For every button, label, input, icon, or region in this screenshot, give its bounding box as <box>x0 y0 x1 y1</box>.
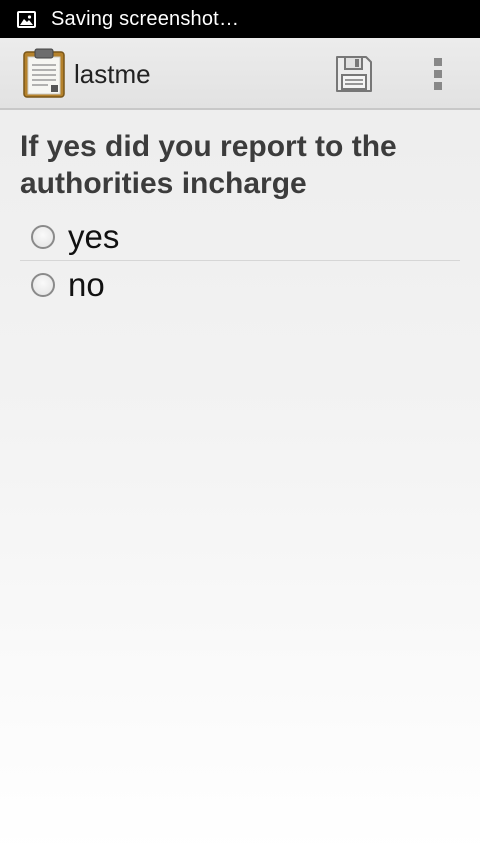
save-button[interactable] <box>326 48 382 100</box>
floppy-disk-icon <box>336 56 372 92</box>
option-label-yes: yes <box>68 218 120 255</box>
status-bar: Saving screenshot… <box>0 0 480 38</box>
radio-button-yes[interactable] <box>31 225 55 249</box>
overflow-menu-icon <box>434 58 442 66</box>
action-bar: lastme <box>0 38 480 110</box>
question-text: If yes did you report to the authorities… <box>20 130 397 200</box>
image-icon <box>17 10 36 28</box>
app-title: lastme <box>74 59 151 89</box>
radio-button-no[interactable] <box>31 273 55 297</box>
option-yes[interactable]: yes <box>20 214 460 261</box>
status-text: Saving screenshot… <box>51 7 240 30</box>
overflow-menu-button[interactable] <box>416 48 460 100</box>
option-no[interactable]: no <box>20 262 460 308</box>
option-label-no: no <box>68 266 105 303</box>
clipboard-icon[interactable] <box>22 48 66 98</box>
